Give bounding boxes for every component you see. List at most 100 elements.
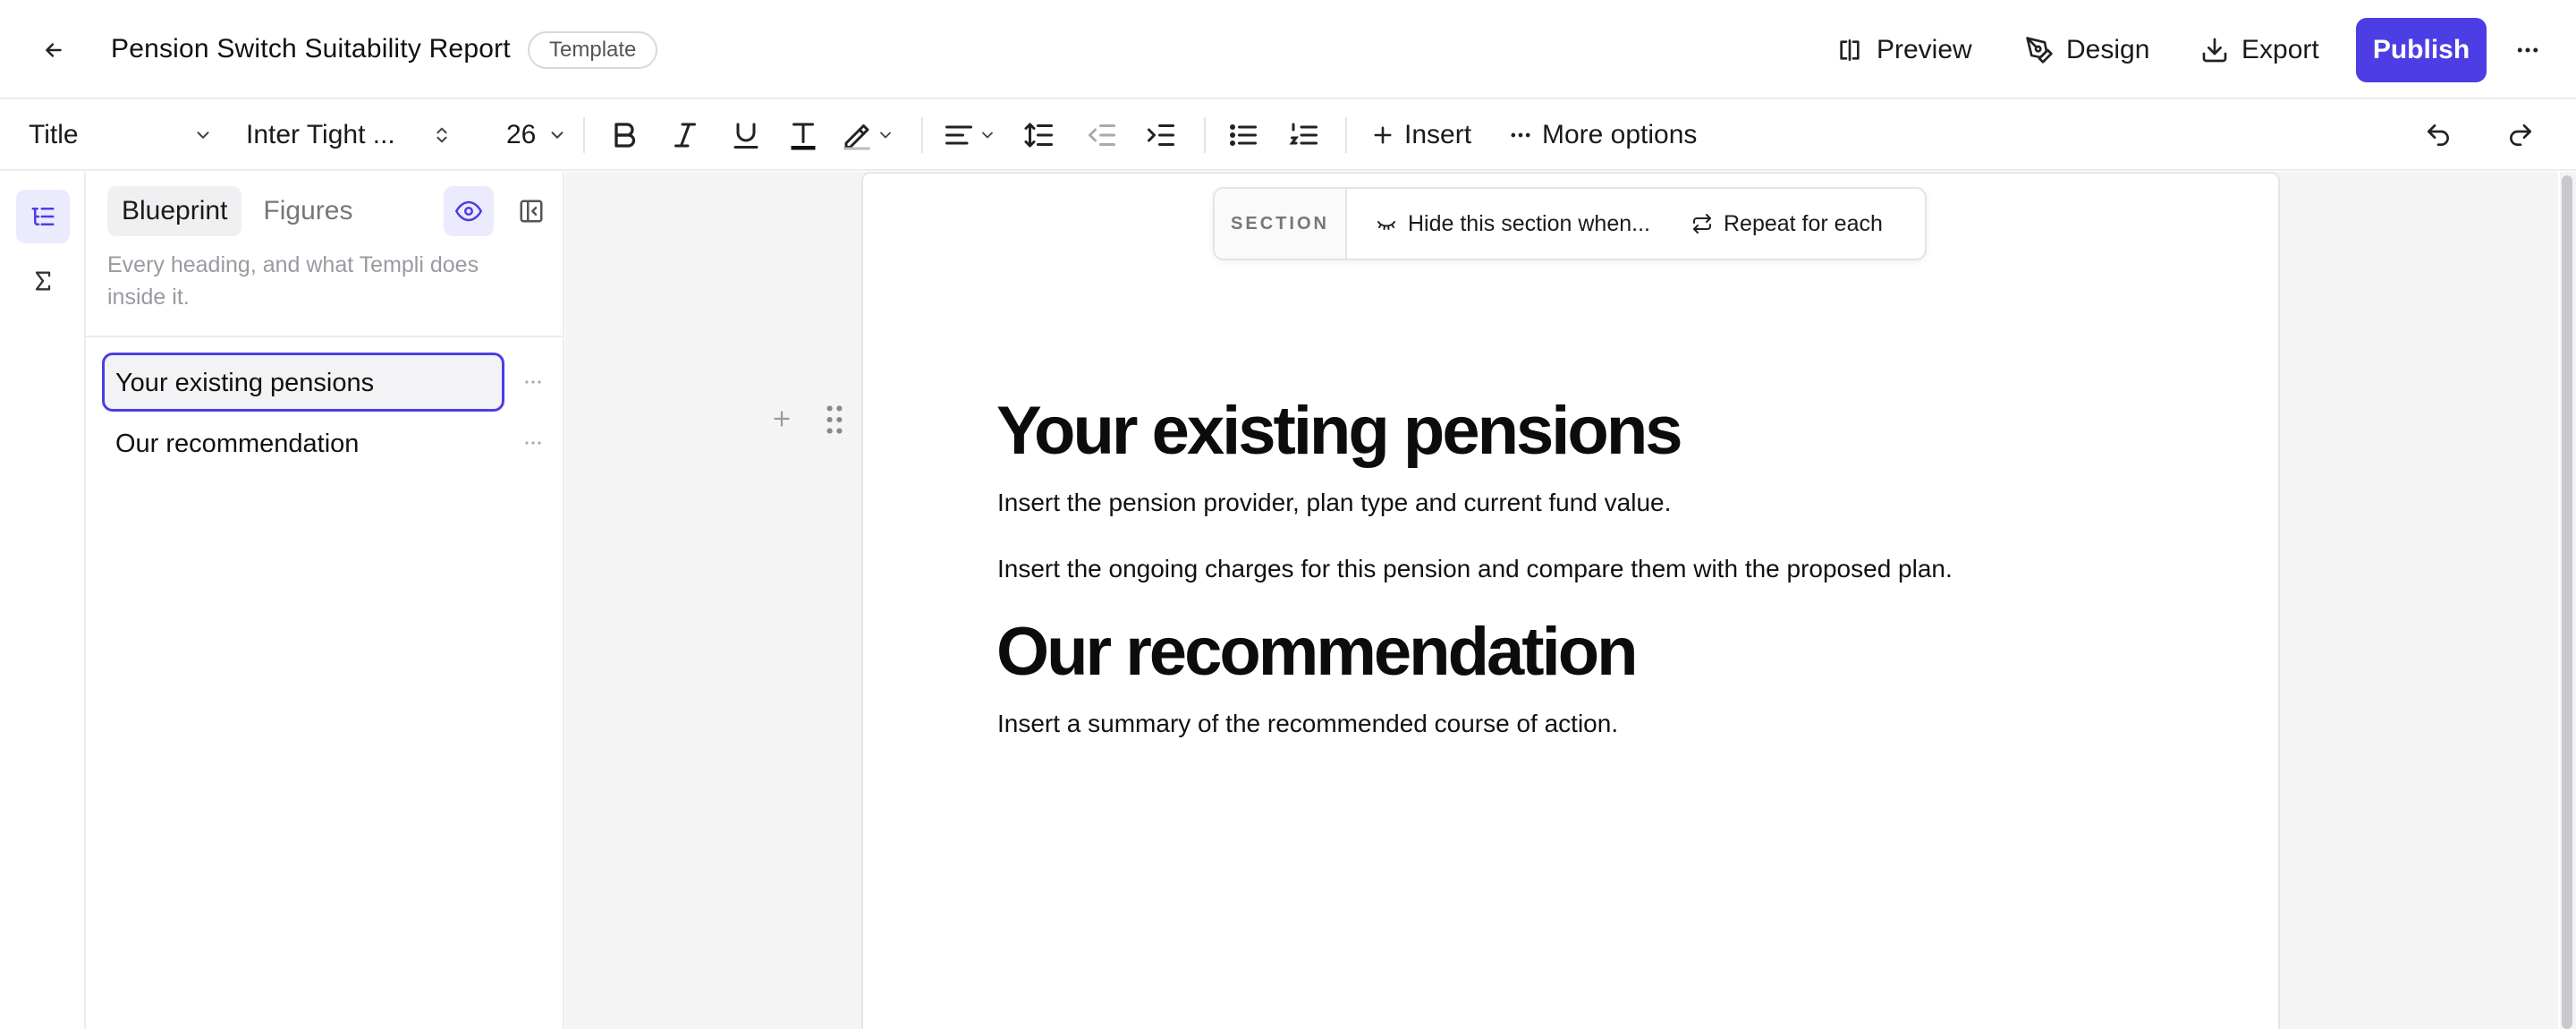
undo-button[interactable]: [2424, 99, 2453, 171]
publish-button[interactable]: Publish: [2356, 18, 2487, 82]
eye-icon: [455, 200, 482, 222]
section-paragraph[interactable]: Insert the ongoing charges for this pens…: [997, 551, 1953, 587]
chevron-down-icon: [880, 132, 891, 139]
chevron-down-icon: [551, 132, 564, 139]
tab-figures[interactable]: Figures: [249, 186, 367, 236]
more-horizontal-icon: [525, 441, 541, 445]
design-button[interactable]: Design: [2025, 25, 2149, 75]
outline-view-button[interactable]: [16, 190, 70, 243]
font-size-value: 26: [506, 120, 537, 149]
sidebar-tabs: Blueprint Figures: [107, 186, 367, 236]
numbered-list-button[interactable]: [1288, 99, 1320, 171]
bullet-list-button[interactable]: [1227, 99, 1259, 171]
more-horizontal-icon: [525, 380, 541, 384]
outdent-button[interactable]: [1086, 99, 1118, 171]
hide-section-label: Hide this section when...: [1408, 210, 1650, 236]
underline-button[interactable]: [730, 99, 762, 171]
preview-icon: [1840, 39, 1860, 61]
line-height-button[interactable]: [1023, 99, 1055, 171]
indent-button[interactable]: [1145, 99, 1177, 171]
font-family-select[interactable]: Inter Tight ...: [246, 99, 456, 171]
outline-item-menu-button[interactable]: [515, 369, 551, 395]
bold-button[interactable]: [608, 99, 640, 171]
outline-item-existing-pensions[interactable]: Your existing pensions: [102, 353, 504, 412]
text-color-icon: [791, 123, 816, 150]
redo-icon: [2510, 124, 2531, 146]
text-style-select[interactable]: Title: [29, 99, 216, 171]
sigma-icon: [35, 271, 51, 291]
bullet-list-icon: [1230, 124, 1257, 146]
preview-label: Preview: [1877, 35, 1972, 64]
formatting-toolbar: Title Inter Tight ... 26 Insert More opt…: [0, 99, 2576, 171]
document-title: Pension Switch Suitability Report: [111, 34, 511, 64]
section-paragraph[interactable]: Insert a summary of the recommended cour…: [997, 706, 1618, 742]
grip-vertical-icon: [826, 405, 843, 434]
more-options-button[interactable]: More options: [1508, 99, 1697, 171]
eye-closed-icon: [1377, 221, 1395, 230]
pen-tool-icon: [2026, 37, 2053, 64]
drag-handle[interactable]: [823, 403, 846, 437]
sidebar-collapse-icon: [520, 200, 543, 223]
insert-button[interactable]: Insert: [1370, 99, 1471, 171]
blueprint-sidebar: Blueprint Figures Every heading, and wha…: [86, 172, 564, 1029]
formulas-button[interactable]: [16, 254, 70, 308]
sidebar-divider: [86, 336, 563, 337]
italic-icon: [674, 123, 696, 148]
more-horizontal-icon: [1511, 132, 1530, 138]
plus-icon: [774, 411, 790, 427]
repeat-icon: [1692, 214, 1711, 234]
section-toolbar: SECTION Hide this section when... Repeat…: [1213, 187, 1927, 260]
template-badge: Template: [528, 31, 658, 69]
line-height-icon: [1024, 123, 1053, 148]
chevron-up-down-icon: [436, 127, 447, 143]
app-header: Pension Switch Suitability Report Templa…: [0, 0, 2576, 99]
outdent-icon: [1089, 124, 1115, 146]
font-family-value: Inter Tight ...: [246, 120, 395, 149]
repeat-section-label: Repeat for each: [1723, 210, 1883, 236]
text-color-button[interactable]: [787, 99, 819, 171]
more-horizontal-icon: [2517, 47, 2538, 53]
more-options-label: More options: [1542, 120, 1698, 149]
plus-icon: [1374, 126, 1392, 144]
indent-icon: [1148, 124, 1174, 146]
download-icon: [2202, 38, 2227, 63]
bold-icon: [614, 123, 636, 148]
tab-blueprint[interactable]: Blueprint: [107, 186, 242, 236]
outline-item-recommendation[interactable]: Our recommendation: [102, 413, 504, 472]
export-button[interactable]: Export: [2200, 25, 2319, 75]
section-paragraph[interactable]: Insert the pension provider, plan type a…: [997, 485, 1671, 521]
outline-item-menu-button[interactable]: [515, 429, 551, 456]
more-menu-button[interactable]: [2510, 32, 2546, 68]
list-tree-icon: [31, 208, 55, 225]
font-size-select[interactable]: 26: [506, 99, 569, 171]
add-block-button[interactable]: [767, 404, 796, 433]
text-style-value: Title: [29, 120, 79, 149]
collapse-sidebar-button[interactable]: [506, 186, 556, 236]
hide-section-button[interactable]: Hide this section when...: [1376, 211, 1650, 237]
sidebar-description: Every heading, and what Templi does insi…: [107, 252, 479, 310]
repeat-section-button[interactable]: Repeat for each: [1691, 211, 1883, 237]
document-page[interactable]: [861, 172, 2280, 1029]
section-label: SECTION: [1215, 189, 1347, 259]
highlight-button[interactable]: [841, 99, 894, 171]
underline-icon: [733, 123, 758, 149]
toggle-visibility-button[interactable]: [444, 186, 494, 236]
canvas-scrollbar-thumb[interactable]: [2562, 175, 2572, 1029]
italic-button[interactable]: [669, 99, 701, 171]
toolbar-divider: [583, 117, 585, 153]
redo-button[interactable]: [2506, 99, 2535, 171]
section-heading[interactable]: Your existing pensions: [996, 391, 1683, 472]
design-label: Design: [2066, 35, 2150, 64]
align-left-icon: [945, 125, 972, 145]
numbered-list-icon: [1289, 123, 1318, 145]
undo-icon: [2428, 124, 2449, 146]
chevron-down-icon: [982, 132, 993, 139]
preview-button[interactable]: Preview: [1835, 25, 1972, 75]
align-button[interactable]: [943, 99, 996, 171]
insert-label: Insert: [1404, 120, 1472, 149]
back-button[interactable]: [36, 32, 72, 68]
highlighter-icon: [843, 124, 870, 150]
section-heading[interactable]: Our recommendation: [996, 612, 1639, 693]
left-rail: [0, 172, 86, 1029]
toolbar-divider: [1204, 117, 1206, 153]
